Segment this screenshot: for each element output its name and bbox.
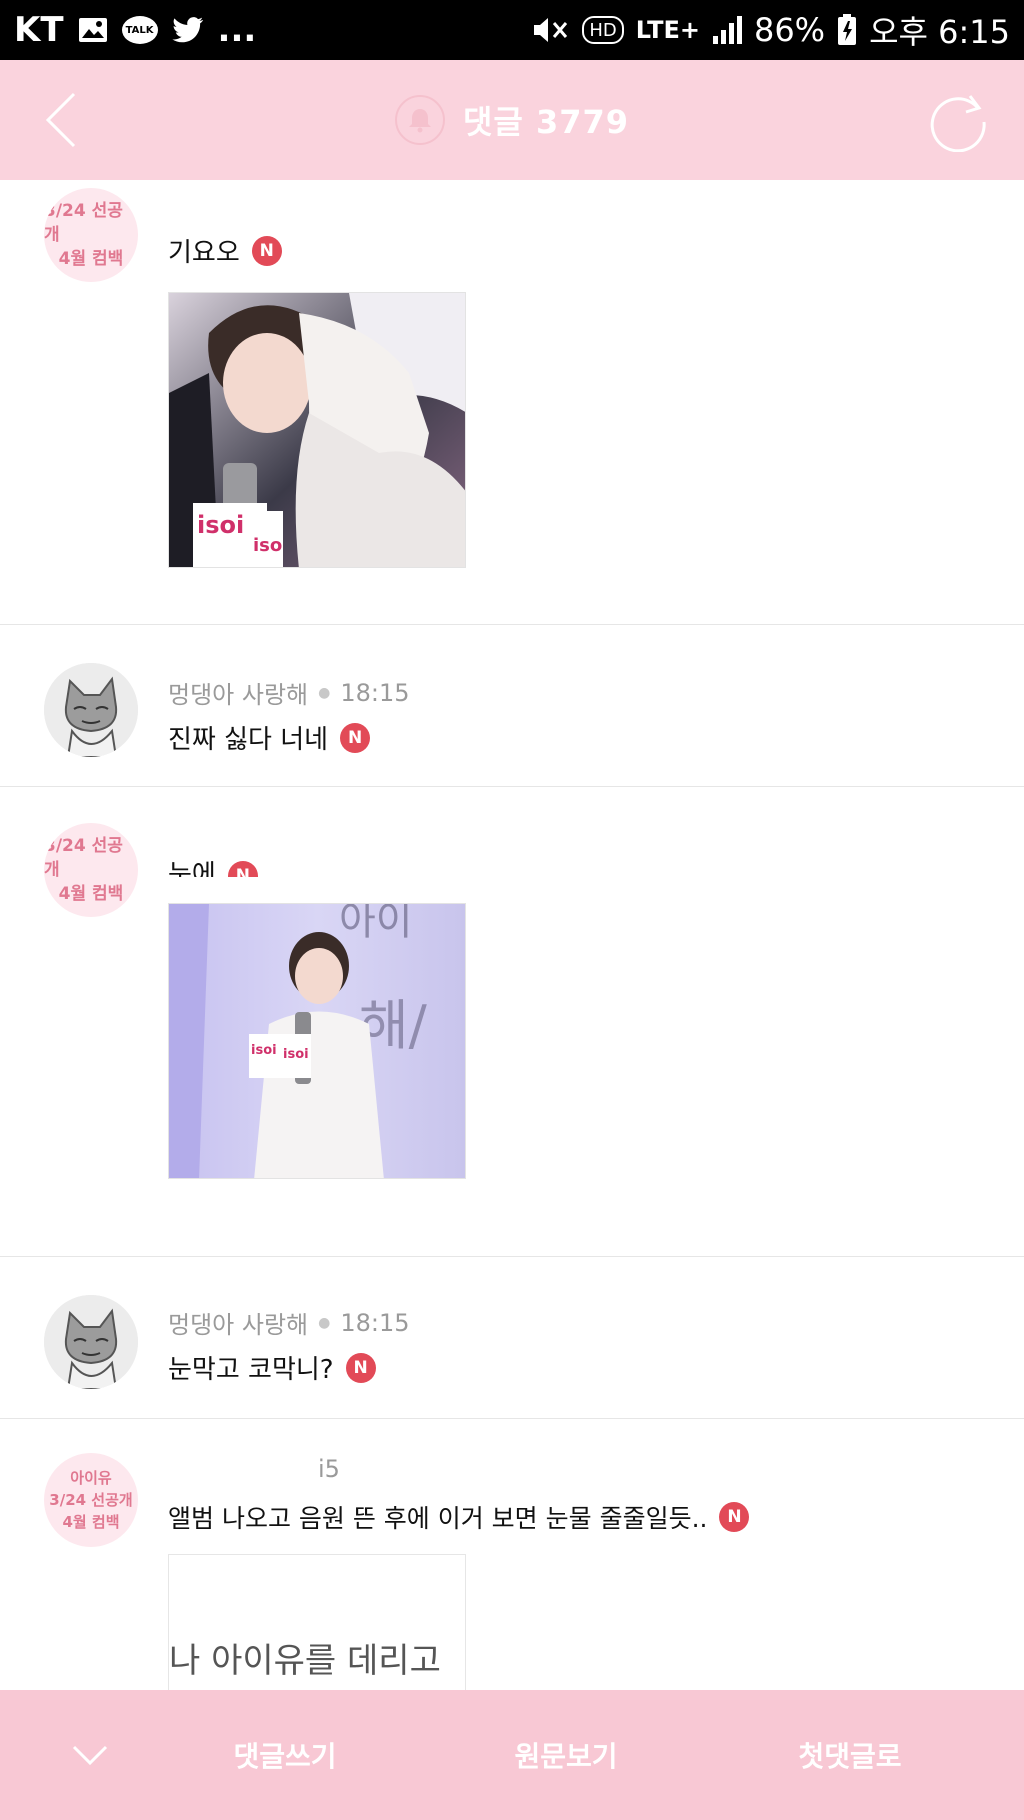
comment-text: 눈에 — [168, 860, 216, 877]
comment-item: 멍댕아 사랑해 ● 18:15 눈막고 코막니? N — [0, 1257, 1024, 1419]
refresh-button[interactable] — [926, 88, 990, 153]
comment-text-line: 눈에 N — [168, 849, 258, 877]
author-name[interactable]: 멍댕아 사랑해 — [168, 1305, 308, 1340]
comment-item: 3/24 선공개 4월 컴백 눈에 N 아이 해/ isoi isoi — [0, 787, 1024, 1257]
separator-dot: ● — [318, 684, 331, 701]
mute-icon — [530, 15, 570, 45]
gallery-icon — [78, 17, 108, 43]
avatar-text: 3/24 선공개 — [44, 836, 123, 880]
avatar[interactable]: 3/24 선공개 4월 컴백 — [44, 823, 138, 917]
comment-item: 아이유 3/24 선공개 4월 컴백 i5 앨범 나오고 음원 뜬 후에 이거 … — [0, 1419, 1024, 1690]
svg-text:isoi: isoi — [251, 1043, 277, 1058]
collapse-button[interactable] — [40, 1690, 140, 1820]
kakaotalk-icon: TALK — [121, 16, 158, 44]
avatar-text: 4월 컴백 — [58, 884, 124, 904]
avatar[interactable]: 3/24 선공개 4월 컴백 — [44, 188, 138, 282]
avatar-text: 아이유 — [70, 1469, 112, 1487]
new-badge: N — [251, 235, 282, 266]
carrier-label: KT — [14, 10, 64, 50]
svg-text:isoi: isoi — [283, 1047, 309, 1062]
comment-meta: 멍댕아 사랑해 ● 18:15 — [168, 1305, 410, 1340]
avatar-text: 3/24 선공개 — [49, 1491, 133, 1509]
avatar-text: 4월 컴백 — [58, 249, 124, 269]
avatar[interactable]: 아이유 3/24 선공개 4월 컴백 — [44, 1453, 138, 1547]
twitter-icon — [171, 17, 204, 43]
cat-character-icon — [44, 663, 138, 757]
new-badge: N — [345, 1352, 376, 1383]
comment-item: 3/24 선공개 4월 컴백 기요오 N isoi iso — [0, 180, 1024, 625]
avatar-text: 4월 컴백 — [62, 1513, 120, 1531]
write-comment-button[interactable]: 댓글쓰기 — [185, 1690, 385, 1820]
svg-text:iso: iso — [253, 535, 282, 556]
status-bar: KT TALK ... HD LTE+ 86% 오후 6:15 — [0, 0, 1024, 60]
first-comment-button[interactable]: 첫댓글로 — [750, 1690, 950, 1820]
clock: 오후 6:15 — [869, 13, 1010, 51]
comment-text-line: 진짜 싫다 너네 N — [168, 719, 371, 756]
comment-text: 기요오 — [168, 238, 240, 268]
image-caption: 나 아이유를 데리고 — [169, 1641, 441, 1681]
bottom-action-bar: 댓글쓰기 원문보기 첫댓글로 — [0, 1690, 1024, 1820]
page-title: 댓글 3779 — [462, 103, 630, 141]
comment-text-line: 앨범 나오고 음원 뜬 후에 이거 보면 눈물 줄줄일듯.. N — [168, 1499, 750, 1535]
new-badge: N — [719, 1502, 750, 1532]
avatar[interactable] — [44, 663, 138, 757]
author-name[interactable]: 멍댕아 사랑해 — [168, 675, 308, 710]
comment-time: i5 — [318, 1455, 340, 1483]
chevron-down-icon — [72, 1745, 108, 1766]
refresh-icon — [930, 95, 986, 153]
comment-text-line: 기요오 N — [168, 232, 282, 269]
comment-text-image[interactable]: 나 아이유를 데리고 — [168, 1554, 466, 1690]
comment-time: 18:15 — [340, 678, 410, 707]
bell-icon[interactable] — [394, 95, 445, 145]
cat-character-icon — [44, 1295, 138, 1389]
avatar-text: 3/24 선공개 — [44, 201, 123, 245]
avatar[interactable] — [44, 1295, 138, 1389]
view-original-button[interactable]: 원문보기 — [466, 1690, 666, 1820]
signal-icon — [712, 16, 742, 44]
more-notifications: ... — [217, 10, 257, 50]
comment-meta: i5 — [318, 1455, 340, 1483]
comment-text-line: 눈막고 코막니? N — [168, 1349, 376, 1386]
comment-text: 진짜 싫다 너네 — [168, 725, 329, 755]
app-header: 댓글 3779 — [0, 60, 1024, 180]
comment-photo[interactable]: isoi iso — [168, 292, 466, 568]
comment-meta: 멍댕아 사랑해 ● 18:15 — [168, 675, 410, 710]
comment-time: 18:15 — [340, 1308, 410, 1337]
comment-text: 눈막고 코막니? — [168, 1355, 334, 1385]
hd-icon: HD — [582, 16, 624, 44]
battery-percent: 86% — [753, 11, 826, 49]
svg-text:isoi: isoi — [197, 511, 244, 539]
comment-text: 앨범 나오고 음원 뜬 후에 이거 보면 눈물 줄줄일듯.. — [168, 1504, 708, 1533]
comment-list[interactable]: 3/24 선공개 4월 컴백 기요오 N isoi iso 멍댕아 사랑해 ● … — [0, 180, 1024, 1690]
network-label: LTE+ — [635, 16, 700, 44]
new-badge: N — [227, 861, 258, 877]
header-center: 댓글 3779 — [0, 60, 1024, 180]
comment-item: 멍댕아 사랑해 ● 18:15 진짜 싫다 너네 N — [0, 625, 1024, 787]
battery-charging-icon — [837, 14, 857, 46]
comment-photo[interactable]: 아이 해/ isoi isoi — [168, 903, 466, 1179]
separator-dot: ● — [318, 1314, 331, 1331]
new-badge: N — [340, 722, 371, 753]
svg-text:아이: 아이 — [339, 904, 413, 944]
